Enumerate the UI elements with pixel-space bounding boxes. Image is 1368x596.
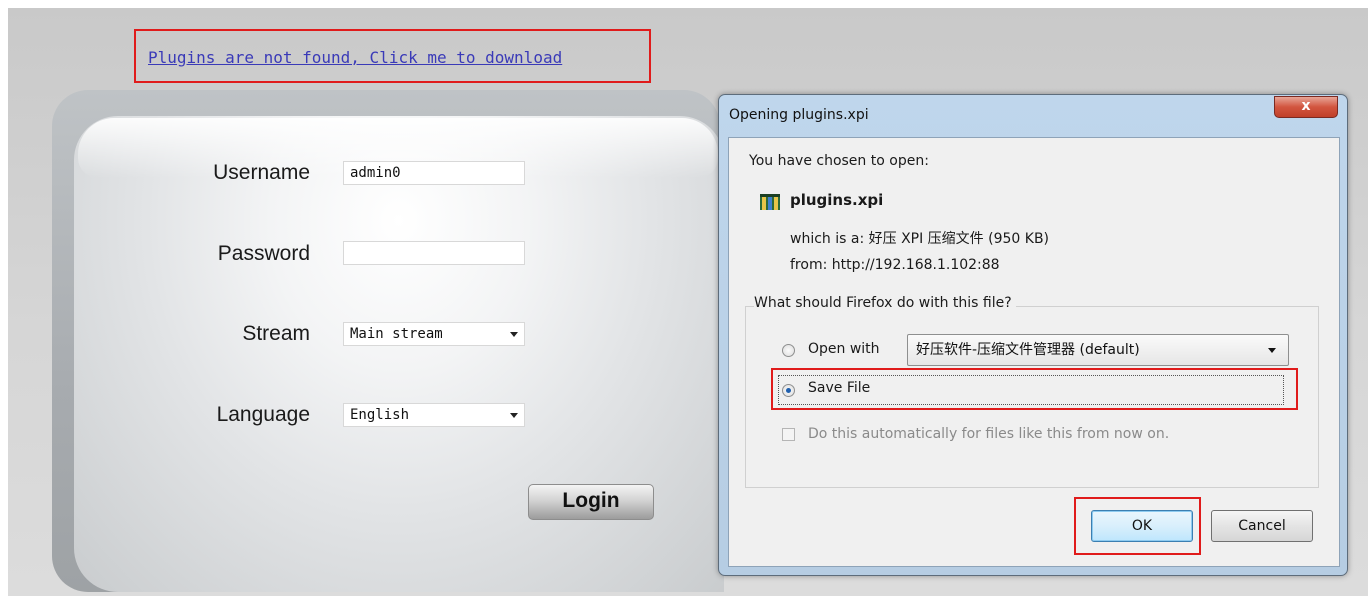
- open-with-radio[interactable]: [782, 344, 795, 357]
- dialog-title: Opening plugins.xpi: [729, 107, 869, 123]
- login-button[interactable]: Login: [528, 484, 654, 520]
- password-label: Password: [217, 242, 310, 265]
- open-with-select[interactable]: 好压软件-压缩文件管理器 (default): [907, 334, 1289, 366]
- ok-button[interactable]: OK: [1091, 510, 1193, 542]
- auto-label: Do this automatically for files like thi…: [808, 426, 1170, 442]
- chosen-text: You have chosen to open:: [749, 153, 929, 169]
- chevron-down-icon: [510, 332, 518, 337]
- save-file-label[interactable]: Save File: [808, 380, 870, 396]
- stream-select-value: Main stream: [350, 326, 443, 342]
- language-select-value: English: [350, 407, 410, 423]
- chevron-down-icon: [510, 413, 518, 418]
- open-with-select-value: 好压软件-压缩文件管理器 (default): [916, 342, 1140, 358]
- save-file-radio[interactable]: [782, 384, 795, 397]
- download-plugins-link[interactable]: Plugins are not found, Click me to downl…: [148, 48, 562, 67]
- username-label: Username: [213, 161, 310, 184]
- action-question: What should Firefox do with this file?: [754, 295, 1016, 311]
- file-type-text: which is a: 好压 XPI 压缩文件 (950 KB): [790, 231, 1050, 247]
- chevron-down-icon: [1268, 348, 1276, 353]
- language-label: Language: [216, 403, 310, 426]
- close-button[interactable]: x: [1274, 96, 1338, 118]
- language-select[interactable]: English: [343, 403, 525, 427]
- username-input[interactable]: admin0: [343, 161, 525, 185]
- file-source-text: from: http://192.168.1.102:88: [790, 257, 1000, 273]
- login-panel-inner: [74, 116, 724, 592]
- auto-checkbox[interactable]: [782, 428, 795, 441]
- cancel-button[interactable]: Cancel: [1211, 510, 1313, 542]
- stream-label: Stream: [242, 322, 310, 345]
- archive-file-icon: [760, 194, 780, 210]
- file-name: plugins.xpi: [790, 191, 884, 209]
- open-with-label[interactable]: Open with: [808, 341, 880, 357]
- password-input[interactable]: [343, 241, 525, 265]
- stream-select[interactable]: Main stream: [343, 322, 525, 346]
